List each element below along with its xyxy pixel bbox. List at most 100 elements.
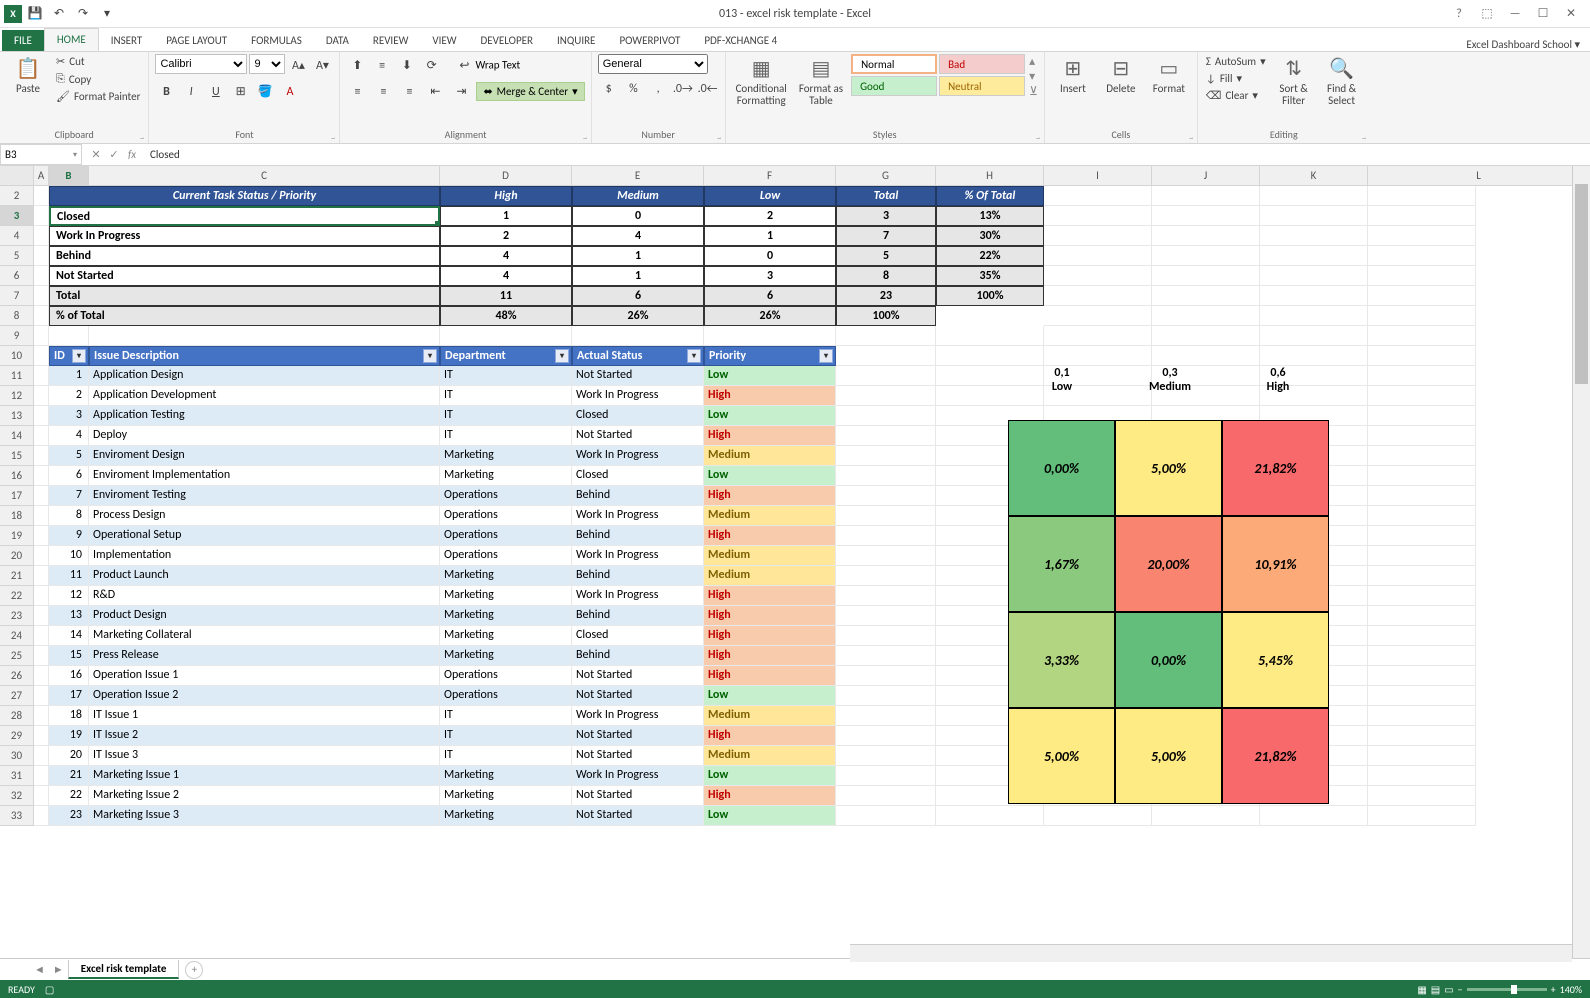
cell[interactable]: Work In Progress xyxy=(572,586,704,606)
currency-icon[interactable]: $ xyxy=(598,78,620,100)
horizontal-scrollbar[interactable] xyxy=(850,944,1572,962)
row-header[interactable]: 5 xyxy=(0,246,34,266)
cell[interactable]: IT xyxy=(440,426,572,446)
cell[interactable]: IT xyxy=(440,726,572,746)
cell[interactable]: Marketing Issue 2 xyxy=(89,786,440,806)
row-header[interactable]: 18 xyxy=(0,506,34,526)
cell[interactable]: 3 xyxy=(836,206,936,226)
cell[interactable]: High xyxy=(704,486,836,506)
cell[interactable]: Total xyxy=(49,286,440,306)
name-box[interactable]: B3 xyxy=(0,144,82,165)
cell[interactable]: Closed xyxy=(572,406,704,426)
cell[interactable]: Operations xyxy=(440,666,572,686)
cell[interactable] xyxy=(1368,606,1476,626)
cell[interactable]: Not Started xyxy=(572,806,704,826)
cell[interactable] xyxy=(1152,186,1260,206)
cell[interactable]: 26% xyxy=(704,306,836,326)
cell[interactable] xyxy=(1368,406,1476,426)
cell[interactable]: Behind xyxy=(49,246,440,266)
matrix-cell[interactable]: 3,33% xyxy=(1008,612,1115,708)
row-header[interactable]: 32 xyxy=(0,786,34,806)
fill-button[interactable]: ↓ Fill ▾ xyxy=(1204,71,1268,86)
row-header[interactable]: 25 xyxy=(0,646,34,666)
cell[interactable] xyxy=(1152,346,1260,366)
format-cells-button[interactable]: ▭Format xyxy=(1147,54,1191,97)
increase-decimal-icon[interactable]: .0→ xyxy=(672,78,694,100)
cell[interactable]: Work In Progress xyxy=(572,706,704,726)
cell[interactable]: High xyxy=(704,786,836,806)
col-header[interactable]: L xyxy=(1368,166,1590,185)
cell[interactable] xyxy=(836,566,936,586)
cell[interactable] xyxy=(34,746,49,766)
matrix-cell[interactable]: 10,91% xyxy=(1222,516,1329,612)
cell[interactable]: Enviroment Testing xyxy=(89,486,440,506)
cell[interactable]: Operations xyxy=(440,546,572,566)
cell[interactable]: Total xyxy=(836,186,936,206)
cell[interactable] xyxy=(836,706,936,726)
cell[interactable]: Medium xyxy=(704,566,836,586)
page-break-view-icon[interactable]: ▭ xyxy=(1444,983,1453,996)
cell[interactable]: Operations xyxy=(440,486,572,506)
cell[interactable] xyxy=(34,186,49,206)
cell[interactable]: High xyxy=(704,646,836,666)
cell[interactable] xyxy=(1152,306,1260,326)
cell[interactable]: Marketing Issue 3 xyxy=(89,806,440,826)
cell[interactable] xyxy=(34,466,49,486)
align-center-icon[interactable]: ≡ xyxy=(372,81,394,103)
cell[interactable]: Marketing xyxy=(440,566,572,586)
filter-dropdown-icon[interactable]: ▾ xyxy=(819,349,833,363)
cell[interactable] xyxy=(1368,386,1476,406)
style-normal[interactable]: Normal xyxy=(851,54,937,74)
cell[interactable]: Department▾ xyxy=(440,346,572,366)
col-header[interactable]: D xyxy=(440,166,572,185)
cell[interactable] xyxy=(836,766,936,786)
cell[interactable] xyxy=(1260,266,1368,286)
cell[interactable] xyxy=(1260,226,1368,246)
cell[interactable]: % of Total xyxy=(49,306,440,326)
cell[interactable]: 0 xyxy=(704,246,836,266)
cell[interactable] xyxy=(1368,306,1476,326)
cell[interactable]: Closed xyxy=(572,626,704,646)
worksheet-grid[interactable]: A B C D E F G H I J K L 2345678910111213… xyxy=(0,166,1590,966)
cell[interactable] xyxy=(1044,326,1152,346)
align-top-icon[interactable]: ⬆ xyxy=(346,54,368,76)
cell[interactable]: Not Started xyxy=(572,366,704,386)
cell[interactable]: 3 xyxy=(49,406,89,426)
increase-font-icon[interactable]: A▴ xyxy=(287,54,309,76)
cell[interactable]: 19 xyxy=(49,726,89,746)
decrease-decimal-icon[interactable]: .0← xyxy=(697,78,719,100)
cell[interactable]: Behind xyxy=(572,606,704,626)
cell[interactable]: 4 xyxy=(49,426,89,446)
cell[interactable] xyxy=(34,646,49,666)
cell[interactable] xyxy=(34,366,49,386)
cell[interactable] xyxy=(1260,346,1368,366)
cell[interactable] xyxy=(1368,266,1476,286)
matrix-cell[interactable]: 21,82% xyxy=(1222,708,1329,804)
ribbon-display-icon[interactable]: ⬚ xyxy=(1476,6,1498,21)
decrease-font-icon[interactable]: A▾ xyxy=(311,54,333,76)
cell[interactable]: Application Testing xyxy=(89,406,440,426)
matrix-cell[interactable]: 0,00% xyxy=(1115,612,1222,708)
cell[interactable]: 100% xyxy=(936,286,1044,306)
cell[interactable] xyxy=(1368,786,1476,806)
cell[interactable]: Low xyxy=(704,806,836,826)
matrix-cell[interactable]: 5,00% xyxy=(1115,708,1222,804)
fx-icon[interactable]: fx xyxy=(124,148,140,161)
cell[interactable]: IT xyxy=(440,746,572,766)
cell[interactable] xyxy=(1152,326,1260,346)
cell[interactable] xyxy=(836,686,936,706)
cell[interactable]: Operational Setup xyxy=(89,526,440,546)
cell[interactable] xyxy=(836,426,936,446)
vertical-scrollbar[interactable] xyxy=(1572,166,1590,966)
cell[interactable]: Not Started xyxy=(572,726,704,746)
cell[interactable]: 6 xyxy=(49,466,89,486)
cell[interactable] xyxy=(1368,506,1476,526)
cell[interactable]: Medium xyxy=(704,446,836,466)
tab-formulas[interactable]: FORMULAS xyxy=(239,30,314,51)
filter-dropdown-icon[interactable]: ▾ xyxy=(423,349,437,363)
cell[interactable]: Not Started xyxy=(49,266,440,286)
row-header[interactable]: 33 xyxy=(0,806,34,826)
cell[interactable] xyxy=(1368,366,1476,386)
cell[interactable] xyxy=(1368,586,1476,606)
cell[interactable]: 2 xyxy=(49,386,89,406)
